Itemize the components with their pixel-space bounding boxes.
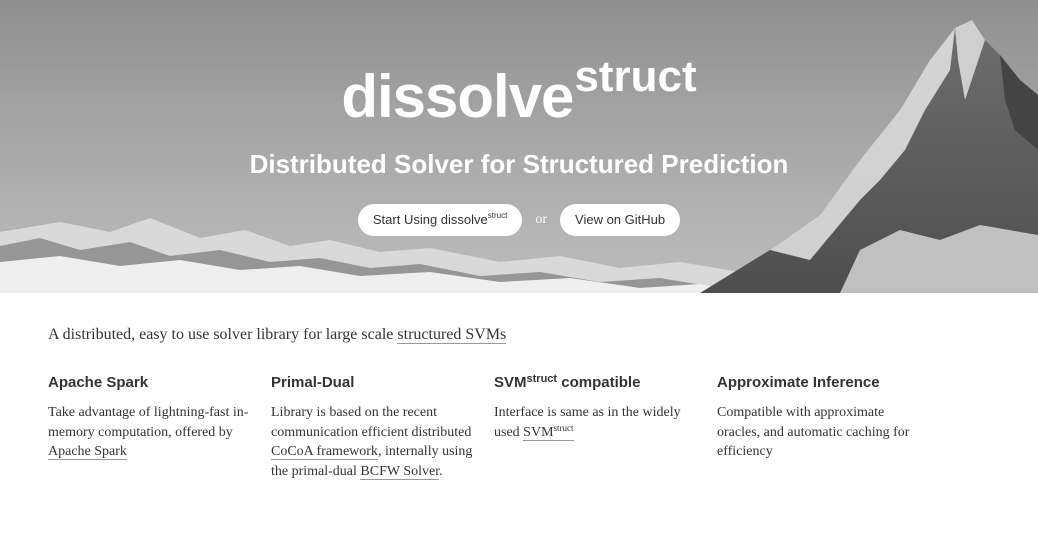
features-grid: Apache Spark Take advantage of lightning… bbox=[48, 374, 990, 481]
feature-title: Apache Spark bbox=[48, 374, 149, 391]
feature-title-sup: struct bbox=[526, 373, 558, 385]
cta-row: Start Using dissolvestruct or View on Gi… bbox=[0, 204, 1038, 236]
svmstruct-link-sup: struct bbox=[553, 422, 574, 433]
start-using-button[interactable]: Start Using dissolvestruct bbox=[357, 204, 523, 236]
lead-text: A distributed, easy to use solver librar… bbox=[48, 326, 398, 343]
cocoa-framework-link[interactable]: CoCoA framework bbox=[271, 444, 378, 460]
feature-apache-spark: Apache Spark Take advantage of lightning… bbox=[48, 374, 270, 481]
feature-primal-dual: Primal-Dual Library is based on the rece… bbox=[271, 374, 493, 481]
feature-approximate-inference: Approximate Inference Compatible with ap… bbox=[717, 374, 939, 481]
feature-title-main: SVM bbox=[494, 374, 527, 391]
feature-text: Take advantage of lightning-fast in-memo… bbox=[48, 403, 270, 462]
brand-logo: dissolvestruct bbox=[0, 52, 1038, 131]
start-using-button-sup: struct bbox=[487, 211, 508, 220]
bcfw-solver-link[interactable]: BCFW Solver bbox=[360, 463, 440, 480]
feature-text-body: Interface is same as in the widely used bbox=[494, 405, 681, 440]
feature-title-tail: compatible bbox=[557, 374, 641, 391]
or-separator: or bbox=[535, 212, 548, 227]
feature-title: Primal-Dual bbox=[271, 374, 355, 391]
apache-spark-link[interactable]: Apache Spark bbox=[48, 444, 127, 460]
feature-title: Approximate Inference bbox=[717, 374, 880, 391]
main-content: A distributed, easy to use solver librar… bbox=[0, 293, 1038, 481]
brand-main: dissolve bbox=[341, 63, 574, 130]
feature-text-body: Library is based on the recent communica… bbox=[271, 405, 472, 440]
svmstruct-link[interactable]: SVMstruct bbox=[523, 422, 574, 441]
mountain-background-image bbox=[0, 20, 1038, 293]
lead-paragraph: A distributed, easy to use solver librar… bbox=[48, 326, 990, 344]
feature-text: Library is based on the recent communica… bbox=[271, 403, 493, 481]
feature-title: SVMstruct compatible bbox=[494, 373, 716, 392]
hero-tagline: Distributed Solver for Structured Predic… bbox=[249, 149, 789, 179]
view-on-github-button[interactable]: View on GitHub bbox=[560, 204, 681, 236]
feature-text-body: . bbox=[439, 463, 443, 479]
feature-svmstruct-compatible: SVMstruct compatible Interface is same a… bbox=[494, 374, 716, 481]
structured-svms-link[interactable]: structured SVMs bbox=[397, 326, 507, 344]
brand-sup: struct bbox=[574, 52, 697, 101]
feature-text-body: Take advantage of lightning-fast in-memo… bbox=[48, 405, 249, 440]
feature-text: Compatible with approximate oracles, and… bbox=[717, 405, 910, 459]
hero-banner: dissolvestruct Distributed Solver for St… bbox=[0, 0, 1038, 293]
start-using-button-label: Start Using dissolve bbox=[372, 212, 488, 227]
svmstruct-link-main: SVM bbox=[523, 424, 554, 440]
feature-text: Interface is same as in the widely used … bbox=[494, 403, 716, 442]
